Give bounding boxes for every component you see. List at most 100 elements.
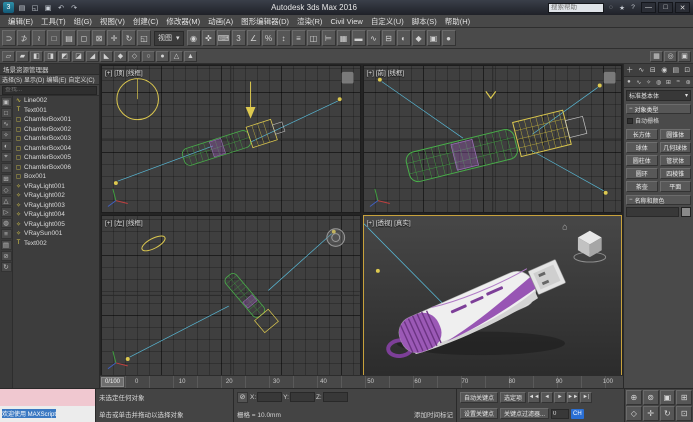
- scene-object-row[interactable]: ✧ VRayLight005: [13, 220, 99, 230]
- primitive-button[interactable]: 长方体: [626, 129, 658, 140]
- display-xrefs-icon[interactable]: ◇: [1, 185, 12, 195]
- menu-item[interactable]: 视图(V): [96, 16, 129, 27]
- viewport-layout-icon[interactable]: ▦: [650, 51, 663, 62]
- primitive-button[interactable]: 圆环: [626, 168, 658, 179]
- omni-light[interactable]: [377, 78, 381, 82]
- viewport-perspective-label[interactable]: [+] [透视] [真实]: [367, 217, 411, 227]
- viewcube-placeholder[interactable]: [342, 72, 354, 84]
- primitive-button[interactable]: 球体: [626, 142, 658, 153]
- angle-snap-toggle-icon[interactable]: ∠: [247, 30, 261, 46]
- primitive-button[interactable]: 平面: [660, 181, 692, 192]
- field-of-view-icon[interactable]: ◇: [626, 406, 642, 421]
- isolate-selection-icon[interactable]: ◎: [664, 51, 677, 62]
- layer-manager-icon[interactable]: ▦: [337, 30, 351, 46]
- primitive-category-dropdown[interactable]: 标准基本体 ▾: [626, 90, 691, 101]
- polygon-mode-icon[interactable]: ◪: [72, 51, 85, 62]
- sort-by-type-icon[interactable]: ▤: [1, 240, 12, 250]
- scene-object-row[interactable]: ✧ VRayLight003: [13, 201, 99, 211]
- viewport-perspective-canvas[interactable]: ⌂: [364, 216, 622, 375]
- viewport-top-canvas[interactable]: [102, 66, 360, 212]
- viewport-left-label[interactable]: [+] [左] [线框]: [105, 217, 143, 227]
- select-and-rotate-icon[interactable]: ↻: [122, 30, 136, 46]
- display-toggle-icon[interactable]: ▣: [678, 51, 691, 62]
- maximize-viewport-toggle-icon[interactable]: ⊡: [676, 406, 692, 421]
- reference-coordinate-dropdown[interactable]: 视图 ▾: [154, 31, 184, 46]
- viewport-top[interactable]: [+] [顶] [线框]: [101, 65, 361, 213]
- pan-view-icon[interactable]: ✛: [643, 406, 659, 421]
- usb-drive-wireframe[interactable]: [221, 271, 278, 333]
- scene-object-row[interactable]: ▢ ChamferBox003: [13, 134, 99, 144]
- element-mode-icon[interactable]: ◢: [86, 51, 99, 62]
- modify-tab-icon[interactable]: ∿: [636, 64, 648, 76]
- add-time-tag-button[interactable]: 添加时间标记: [414, 409, 453, 419]
- current-frame-field[interactable]: [551, 409, 569, 419]
- motion-tab-icon[interactable]: ◉: [659, 64, 671, 76]
- display-cameras-icon[interactable]: ◐: [1, 141, 12, 151]
- zoom-icon[interactable]: ⊕: [626, 390, 642, 405]
- primitive-button[interactable]: 圆柱体: [626, 155, 658, 166]
- select-object-icon[interactable]: □: [47, 30, 61, 46]
- set-key-button[interactable]: 设置关键点: [460, 408, 498, 419]
- display-bones-icon[interactable]: △: [1, 196, 12, 206]
- selection-lock-icon[interactable]: ⊘: [237, 392, 248, 403]
- zoom-extents-all-icon[interactable]: ⊞: [676, 390, 692, 405]
- menu-item[interactable]: 图形编辑器(D): [237, 16, 293, 27]
- render-setup-icon[interactable]: ◆: [412, 30, 426, 46]
- cameras-category-icon[interactable]: ◍: [654, 77, 664, 87]
- hierarchy-tab-icon[interactable]: ⊟: [647, 64, 659, 76]
- explorer-menu-item[interactable]: 编辑(E): [46, 75, 66, 84]
- viewport-front-canvas[interactable]: [364, 66, 622, 212]
- menu-item[interactable]: Civil View: [326, 17, 366, 26]
- listener-line[interactable]: 欢迎使用 MAXScript: [0, 406, 95, 422]
- maximize-button[interactable]: □: [658, 2, 673, 13]
- vertex-mode-icon[interactable]: ◧: [30, 51, 43, 62]
- mirror-icon[interactable]: ◫: [307, 30, 321, 46]
- snaps-toggle-3d-icon[interactable]: 3: [232, 30, 246, 46]
- omni-light[interactable]: [375, 269, 379, 273]
- open-file-icon[interactable]: ◱: [29, 2, 41, 13]
- create-tab-icon[interactable]: ＋: [624, 64, 636, 76]
- border-mode-icon[interactable]: ◩: [58, 51, 71, 62]
- use-nurms-icon[interactable]: ◆: [114, 51, 127, 62]
- display-geometry-icon[interactable]: □: [1, 108, 12, 118]
- display-all-icon[interactable]: ▣: [1, 97, 12, 107]
- menu-item[interactable]: 编辑(E): [4, 16, 37, 27]
- rectangular-selection-region-icon[interactable]: ◻: [77, 30, 91, 46]
- zoom-extents-icon[interactable]: ▣: [660, 390, 676, 405]
- viewport-top-label[interactable]: [+] [顶] [线框]: [105, 67, 143, 77]
- render-production-icon[interactable]: ●: [442, 30, 456, 46]
- direct-light-arrow[interactable]: [485, 91, 495, 98]
- time-slider-handle[interactable]: 0/100: [101, 377, 124, 387]
- display-materials-icon[interactable]: ◍: [1, 218, 12, 228]
- window-crossing-icon[interactable]: ⊠: [92, 30, 106, 46]
- lights-category-icon[interactable]: ✧: [644, 77, 654, 87]
- scene-object-row[interactable]: ∿ Line002: [13, 96, 99, 106]
- display-helpers-icon[interactable]: ⌖: [1, 152, 12, 162]
- track-bar[interactable]: 0/100 0102030405060708090100: [100, 375, 623, 388]
- redo-icon[interactable]: ↷: [68, 2, 80, 13]
- help-icon[interactable]: ?: [628, 3, 638, 13]
- curve-editor-icon[interactable]: ∿: [367, 30, 381, 46]
- explorer-menu-item[interactable]: 自定义(C): [68, 75, 94, 84]
- unlink-selection-icon[interactable]: ⊅: [17, 30, 31, 46]
- menu-item[interactable]: 工具(T): [37, 16, 70, 27]
- scene-object-row[interactable]: ▢ ChamferBox005: [13, 153, 99, 163]
- viewport-perspective[interactable]: [+] [透视] [真实]: [363, 215, 623, 376]
- omni-light[interactable]: [338, 97, 342, 101]
- viewport-front[interactable]: [+] [前] [线框]: [363, 65, 623, 213]
- viewport-left-canvas[interactable]: [102, 216, 360, 375]
- menu-item[interactable]: 组(G): [70, 16, 96, 27]
- direct-light-arrow[interactable]: [246, 82, 256, 119]
- menu-item[interactable]: 帮助(H): [441, 16, 474, 27]
- infocenter-search-input[interactable]: [548, 3, 604, 13]
- rendered-frame-window-icon[interactable]: ▣: [427, 30, 441, 46]
- bind-to-space-warp-icon[interactable]: ≀: [32, 30, 46, 46]
- star-favorites-icon[interactable]: ★: [617, 3, 627, 13]
- play-animation-icon[interactable]: ►: [554, 392, 566, 403]
- scene-object-row[interactable]: ▢ ChamferBox004: [13, 144, 99, 154]
- primitive-button[interactable]: 几何球体: [660, 142, 692, 153]
- explorer-search-input[interactable]: [2, 86, 97, 95]
- polygon-modeling-icon[interactable]: ▱: [2, 51, 15, 62]
- helpers-category-icon[interactable]: ⊞: [663, 77, 673, 87]
- key-filters-button[interactable]: 关键点过滤器...: [500, 408, 549, 419]
